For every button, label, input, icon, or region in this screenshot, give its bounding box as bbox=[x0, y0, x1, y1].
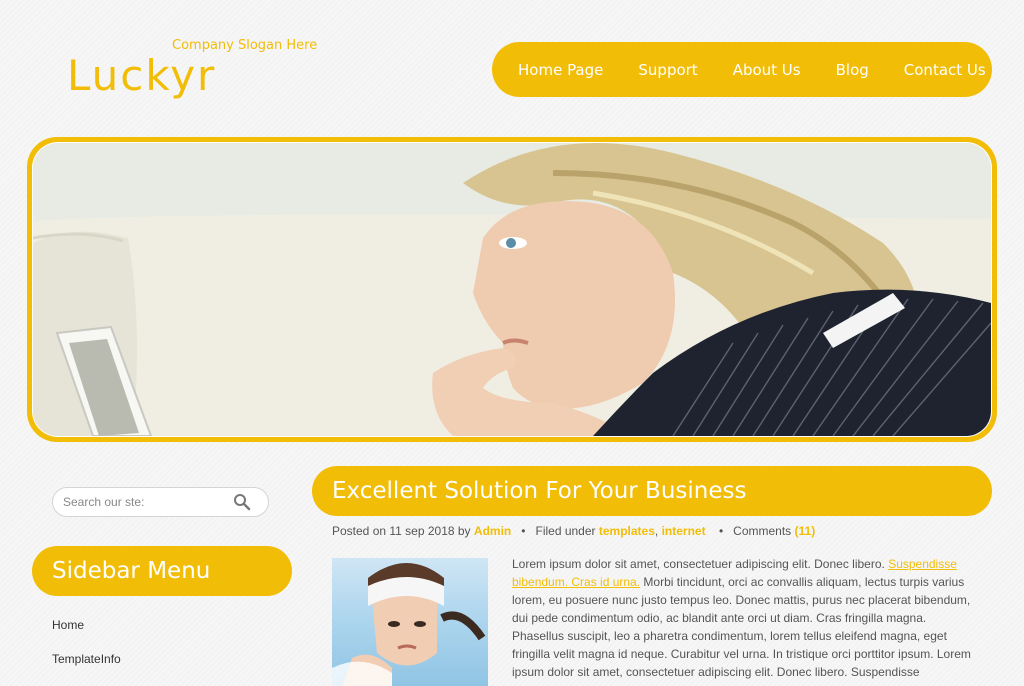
post-date: Posted on 11 sep 2018 by bbox=[332, 524, 471, 538]
nav-home-page[interactable]: Home Page bbox=[518, 61, 603, 79]
post-author-link[interactable]: Admin bbox=[474, 524, 511, 538]
logo[interactable]: Luckyr bbox=[67, 52, 216, 100]
nav-about-us[interactable]: About Us bbox=[733, 61, 801, 79]
post-meta: Posted on 11 sep 2018 by Admin • Filed u… bbox=[332, 524, 815, 538]
sidebar-item-templateinfo[interactable]: TemplateInfo bbox=[52, 652, 121, 666]
meta-separator: • bbox=[521, 524, 526, 538]
post-title[interactable]: Excellent Solution For Your Business bbox=[312, 466, 992, 516]
search-input[interactable] bbox=[63, 495, 233, 509]
post-body: Lorem ipsum dolor sit amet, consectetuer… bbox=[512, 555, 977, 681]
banner-frame bbox=[32, 142, 992, 437]
main-nav: Home Page Support About Us Blog Contact … bbox=[492, 42, 992, 97]
post-thumbnail bbox=[332, 558, 488, 686]
post-thumbnail-illustration bbox=[332, 563, 486, 686]
post-body-text-start: Lorem ipsum dolor sit amet, consectetuer… bbox=[512, 557, 885, 571]
comments-count-link[interactable]: (11) bbox=[795, 524, 816, 538]
comments-label: Comments bbox=[733, 524, 792, 538]
post-body-text-rest: Morbi tincidunt, orci ac convallis aliqu… bbox=[512, 575, 971, 679]
tag-templates-link[interactable]: templates bbox=[599, 524, 655, 538]
nav-blog[interactable]: Blog bbox=[836, 61, 869, 79]
filed-under-label: Filed under bbox=[535, 524, 596, 538]
nav-contact-us[interactable]: Contact Us bbox=[904, 61, 986, 79]
banner-illustration bbox=[33, 143, 991, 436]
search-icon[interactable] bbox=[233, 493, 251, 511]
banner-image bbox=[33, 143, 991, 436]
search-box bbox=[52, 487, 269, 517]
sidebar-item-home[interactable]: Home bbox=[52, 618, 84, 632]
tag-separator: , bbox=[654, 524, 659, 538]
meta-separator: • bbox=[718, 524, 724, 538]
tag-internet-link[interactable]: internet bbox=[662, 524, 706, 538]
banner bbox=[27, 137, 997, 442]
nav-support[interactable]: Support bbox=[638, 61, 697, 79]
sidebar-title: Sidebar Menu bbox=[32, 546, 292, 596]
